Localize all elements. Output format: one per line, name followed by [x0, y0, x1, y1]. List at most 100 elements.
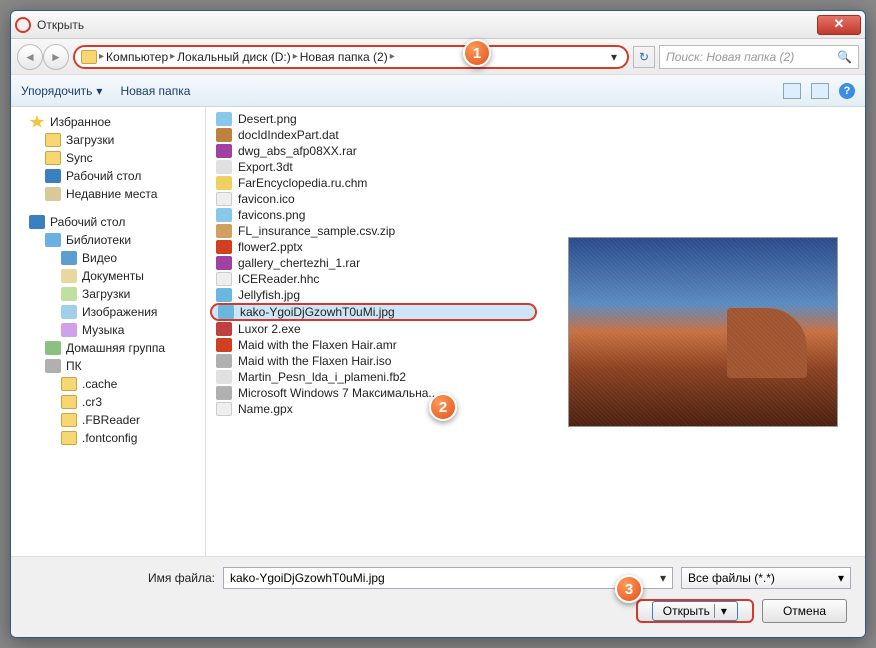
view-icon[interactable] — [783, 83, 801, 99]
file-icon — [216, 176, 232, 190]
pc-icon — [45, 359, 61, 373]
folder-icon — [61, 395, 77, 409]
file-name: Martin_Pesn_lda_i_plameni.fb2 — [238, 370, 406, 384]
file-icon — [216, 192, 232, 206]
back-button[interactable]: ◄ — [17, 44, 43, 70]
sidebar-item[interactable]: .FBReader — [11, 411, 205, 429]
titlebar: Открыть ✕ — [11, 11, 865, 39]
desktop-icon — [29, 215, 45, 229]
callout-2: 2 — [429, 393, 457, 421]
file-name: Maid with the Flaxen Hair.amr — [238, 338, 397, 352]
breadcrumb[interactable]: ▸ Компьютер ▸ Локальный диск (D:) ▸ Нова… — [73, 45, 629, 69]
sidebar-favorites[interactable]: Избранное — [11, 113, 205, 131]
file-row[interactable]: docIdIndexPart.dat — [206, 127, 541, 143]
file-name: Desert.png — [238, 112, 297, 126]
cancel-button[interactable]: Отмена — [762, 599, 847, 623]
file-name: Maid with the Flaxen Hair.iso — [238, 354, 391, 368]
file-row[interactable]: favicons.png — [206, 207, 541, 223]
video-icon — [61, 251, 77, 265]
sidebar-item[interactable]: Рабочий стол — [11, 167, 205, 185]
sidebar-item[interactable]: Видео — [11, 249, 205, 267]
file-row[interactable]: Desert.png — [206, 111, 541, 127]
sidebar-homegroup[interactable]: Домашняя группа — [11, 339, 205, 357]
sidebar-item[interactable]: Недавние места — [11, 185, 205, 203]
file-row[interactable]: Luxor 2.exe — [206, 321, 541, 337]
sidebar-item[interactable]: .cr3 — [11, 393, 205, 411]
file-row[interactable]: Export.3dt — [206, 159, 541, 175]
file-icon — [216, 112, 232, 126]
breadcrumb-item[interactable]: Компьютер — [106, 50, 168, 64]
file-icon — [216, 322, 232, 336]
help-icon[interactable]: ? — [839, 83, 855, 99]
chevron-down-icon: ▾ — [838, 571, 844, 585]
sidebar-libraries[interactable]: Библиотеки — [11, 231, 205, 249]
filename-label: Имя файла: — [25, 571, 215, 585]
download-icon — [61, 287, 77, 301]
callout-1: 1 — [463, 39, 491, 67]
open-button[interactable]: Открыть▾ — [636, 599, 754, 623]
filetype-select[interactable]: Все файлы (*.*)▾ — [681, 567, 851, 589]
file-row[interactable]: favicon.ico — [206, 191, 541, 207]
close-button[interactable]: ✕ — [817, 15, 861, 35]
file-row[interactable]: Jellyfish.jpg — [206, 287, 541, 303]
sidebar-item[interactable]: Sync — [11, 149, 205, 167]
file-row[interactable]: Martin_Pesn_lda_i_plameni.fb2 — [206, 369, 541, 385]
filename-input[interactable]: kako-YgoiDjGzowhT0uMi.jpg▾ — [223, 567, 673, 589]
breadcrumb-item[interactable]: Локальный диск (D:) — [177, 50, 291, 64]
file-icon — [216, 272, 232, 286]
refresh-button[interactable]: ↻ — [633, 46, 655, 68]
file-name: FL_insurance_sample.csv.zip — [238, 224, 395, 238]
chevron-down-icon[interactable]: ▾ — [660, 571, 666, 585]
music-icon — [61, 323, 77, 337]
sidebar-desktop[interactable]: Рабочий стол — [11, 213, 205, 231]
sidebar-item[interactable]: .fontconfig — [11, 429, 205, 447]
folder-icon — [81, 50, 97, 64]
sidebar-item[interactable]: Документы — [11, 267, 205, 285]
library-icon — [45, 233, 61, 247]
search-placeholder: Поиск: Новая папка (2) — [666, 50, 794, 64]
breadcrumb-item[interactable]: Новая папка (2) — [300, 50, 388, 64]
file-icon — [216, 256, 232, 270]
organize-button[interactable]: Упорядочить ▾ — [21, 84, 102, 98]
new-folder-button[interactable]: Новая папка — [120, 84, 190, 98]
folder-icon — [61, 413, 77, 427]
file-icon — [216, 402, 232, 416]
file-row[interactable]: FL_insurance_sample.csv.zip — [206, 223, 541, 239]
file-row[interactable]: dwg_abs_afp08XX.rar — [206, 143, 541, 159]
file-row[interactable]: Maid with the Flaxen Hair.amr — [206, 337, 541, 353]
file-row[interactable]: ICEReader.hhc — [206, 271, 541, 287]
file-row[interactable]: Name.gpx — [206, 401, 541, 417]
file-name: flower2.pptx — [238, 240, 303, 254]
search-icon: 🔍 — [837, 50, 852, 64]
file-name: dwg_abs_afp08XX.rar — [238, 144, 357, 158]
chevron-down-icon[interactable]: ▾ — [607, 50, 621, 64]
preview-pane-icon[interactable] — [811, 83, 829, 99]
file-icon — [216, 338, 232, 352]
file-name: Jellyfish.jpg — [238, 288, 300, 302]
file-name: FarEncyclopedia.ru.chm — [238, 176, 367, 190]
file-icon — [216, 224, 232, 238]
file-icon — [216, 160, 232, 174]
file-row[interactable]: gallery_chertezhi_1.rar — [206, 255, 541, 271]
sidebar-item[interactable]: Музыка — [11, 321, 205, 339]
sidebar-item[interactable]: Изображения — [11, 303, 205, 321]
sidebar-item[interactable]: .cache — [11, 375, 205, 393]
desktop-icon — [45, 169, 61, 183]
file-row[interactable]: Maid with the Flaxen Hair.iso — [206, 353, 541, 369]
file-row[interactable]: kako-YgoiDjGzowhT0uMi.jpg — [210, 303, 537, 321]
file-row[interactable]: flower2.pptx — [206, 239, 541, 255]
navbar: ◄ ► ▸ Компьютер ▸ Локальный диск (D:) ▸ … — [11, 39, 865, 75]
file-icon — [218, 305, 234, 319]
file-name: docIdIndexPart.dat — [238, 128, 339, 142]
file-row[interactable]: FarEncyclopedia.ru.chm — [206, 175, 541, 191]
forward-button[interactable]: ► — [43, 44, 69, 70]
file-list[interactable]: Desert.png docIdIndexPart.dat dwg_abs_afp0… — [206, 107, 541, 556]
sidebar-item[interactable]: Загрузки — [11, 285, 205, 303]
search-input[interactable]: Поиск: Новая папка (2) 🔍 — [659, 45, 859, 69]
file-name: Name.gpx — [238, 402, 293, 416]
sidebar-pc[interactable]: ПК — [11, 357, 205, 375]
file-icon — [216, 354, 232, 368]
sidebar-item[interactable]: Загрузки — [11, 131, 205, 149]
file-name: gallery_chertezhi_1.rar — [238, 256, 360, 270]
file-row[interactable]: Microsoft Windows 7 Максимальна... — [206, 385, 541, 401]
